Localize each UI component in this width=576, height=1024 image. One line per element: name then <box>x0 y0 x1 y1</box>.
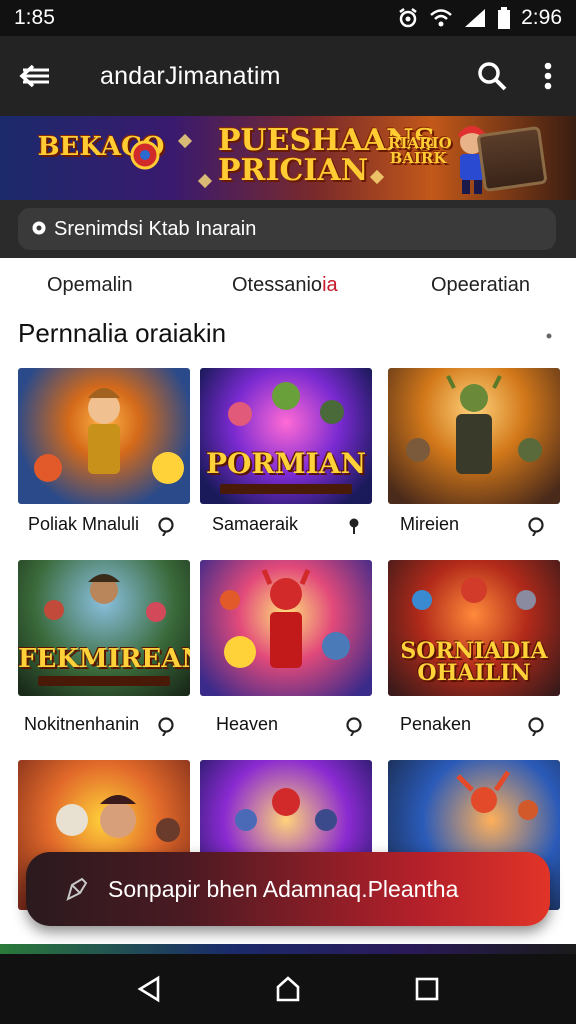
game-art-title: FEKMIREAN <box>18 644 190 674</box>
search-icon <box>478 62 507 91</box>
download-icon[interactable] <box>345 716 363 736</box>
status-bar: 1:85 2:96 <box>0 0 576 36</box>
home-icon <box>276 976 300 1002</box>
tab-label-accent: ia <box>322 274 338 296</box>
download-icon[interactable] <box>527 716 545 736</box>
battery-icon <box>498 7 511 29</box>
nav-recents-button[interactable] <box>397 959 457 1019</box>
app-title: andarJimanatim <box>100 61 281 90</box>
game-card-label[interactable]: Mireien <box>400 514 459 535</box>
location-pin-icon <box>32 221 46 235</box>
search-button[interactable] <box>464 36 520 116</box>
game-card-image[interactable]: SORNIADIA OHAILIN <box>388 560 560 696</box>
download-icon[interactable] <box>527 516 545 536</box>
game-card-image[interactable]: PORMIAN <box>200 368 372 504</box>
toast-notification[interactable]: Sonpapir bhen Adamnaq.Pleantha <box>26 852 550 926</box>
game-card-image[interactable] <box>388 368 560 504</box>
game-art-hero-icon <box>34 388 184 484</box>
alarm-icon <box>399 8 417 28</box>
game-art-subtitle-bar <box>38 676 170 686</box>
section-title: Pernnalia oraiakin <box>18 318 227 348</box>
sparkle-icon <box>177 133 193 149</box>
game-card-image[interactable]: FEKMIREAN <box>18 560 190 696</box>
search-placeholder: Srenimdsi Ktab Inarain <box>54 217 257 240</box>
back-triangle-icon <box>137 975 160 1003</box>
status-time-right: 2:96 <box>521 6 562 29</box>
nav-back-button[interactable] <box>119 959 179 1019</box>
recents-icon <box>415 977 438 1001</box>
game-card-label[interactable]: Nokitnenhanin <box>24 714 139 735</box>
game-art-hero-icon <box>220 569 350 668</box>
download-icon[interactable] <box>157 716 175 736</box>
status-icons: 2:96 <box>397 6 562 30</box>
more-vert-icon <box>544 62 552 90</box>
back-button[interactable] <box>0 36 70 116</box>
content-peek-strip <box>0 944 576 954</box>
banner-title-center: PUESHAANS PRICIAN <box>218 123 436 188</box>
section-more-button[interactable] <box>540 326 558 342</box>
game-art-title: PORMIAN <box>205 447 367 480</box>
game-art-hero-icon <box>406 375 542 474</box>
banner-title-right: RIARIO BAIRK <box>388 134 452 167</box>
game-card-image[interactable] <box>18 368 190 504</box>
download-icon[interactable] <box>157 516 175 536</box>
app-bar: andarJimanatim <box>0 36 576 116</box>
shield-emblem-icon <box>130 140 160 170</box>
nav-home-button[interactable] <box>258 959 318 1019</box>
game-card-label[interactable]: Heaven <box>216 714 278 735</box>
tab-opemalin[interactable]: Opemalin <box>47 274 133 297</box>
sparkle-icon <box>369 169 385 185</box>
dot-icon <box>546 333 552 339</box>
game-card-label[interactable]: Poliak Mnaluli <box>28 514 139 535</box>
treasure-chest-icon <box>476 125 548 193</box>
tab-opeeratian[interactable]: Opeeratian <box>431 274 530 297</box>
search-input[interactable]: Srenimdsi Ktab Inarain <box>18 208 556 250</box>
game-card-label[interactable]: Samaeraik <box>212 514 298 535</box>
more-options-button[interactable] <box>520 36 576 116</box>
tab-otessanioia[interactable]: Otessanioia <box>232 274 338 297</box>
search-bar-container: Srenimdsi Ktab Inarain <box>0 200 576 258</box>
category-tabs: Opemalin Otessanioia Opeeratian <box>0 258 576 316</box>
game-art-title: SORNIADIA OHAILIN <box>400 638 548 686</box>
system-nav-bar <box>0 954 576 1024</box>
tab-label-main: Otessanio <box>232 274 323 296</box>
signal-icon <box>465 9 486 27</box>
toast-text: Sonpapir bhen Adamnaq.Pleantha <box>108 875 459 902</box>
status-time: 1:85 <box>14 6 55 29</box>
promo-banner[interactable]: BEKACO PUESHAANS PRICIAN RIARIO BAIRK <box>0 116 576 200</box>
game-card-image[interactable] <box>200 560 372 696</box>
wifi-icon <box>430 9 452 27</box>
back-arrow-icon <box>19 64 49 88</box>
pin-icon[interactable] <box>345 516 363 536</box>
pen-icon <box>66 877 88 901</box>
game-art-subtitle-bar <box>220 484 352 494</box>
game-card-label[interactable]: Penaken <box>400 714 471 735</box>
sparkle-icon <box>197 173 213 189</box>
